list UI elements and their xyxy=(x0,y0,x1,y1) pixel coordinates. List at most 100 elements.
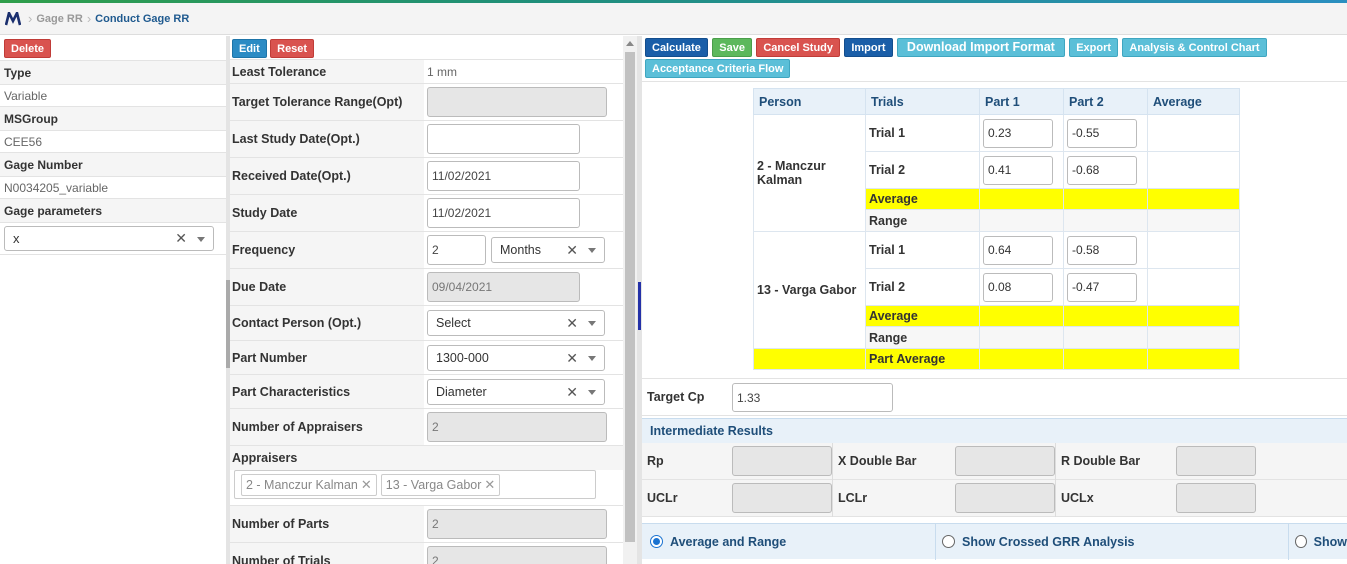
average-row-label: Average xyxy=(865,188,980,210)
export-button[interactable]: Export xyxy=(1069,38,1119,57)
chevron-down-icon[interactable] xyxy=(588,389,596,395)
edit-button[interactable]: Edit xyxy=(232,39,267,58)
frequency-row: Frequency 2 Months ✕ xyxy=(230,232,623,269)
radio-selected-icon[interactable] xyxy=(650,535,663,548)
appraiser-tag-label: 2 - Manczur Kalman xyxy=(246,478,358,492)
r-double-bar-label: R Double Bar xyxy=(1061,454,1141,468)
delete-button[interactable]: Delete xyxy=(4,39,52,58)
measurement-input[interactable]: 0.23 xyxy=(983,118,1053,148)
part-average-cell xyxy=(1147,348,1240,370)
measurement-input[interactable]: -0.55 xyxy=(1067,118,1137,148)
splitter-handle[interactable] xyxy=(638,282,641,330)
gage-parameters-select[interactable]: x ✕ xyxy=(4,226,214,251)
measurement-input[interactable]: 0.08 xyxy=(983,272,1053,302)
target-cp-input[interactable]: 1.33 xyxy=(732,382,893,412)
frequency-number-input[interactable]: 2 xyxy=(427,235,486,265)
number-of-parts-input: 2 xyxy=(427,509,607,539)
part-number-select[interactable]: 1300-000 ✕ xyxy=(427,344,605,371)
appraiser-tag[interactable]: 2 - Manczur Kalman ✕ xyxy=(241,474,377,496)
person-name: 2 - Manczur Kalman xyxy=(753,114,866,232)
app-logo-icon[interactable] xyxy=(2,8,24,30)
trial-label: Trial 2 xyxy=(865,151,980,189)
measurement-input[interactable]: 0.64 xyxy=(983,235,1053,265)
number-of-trials-label: Number of Trials xyxy=(230,543,424,564)
received-date-input[interactable]: 11/02/2021 xyxy=(427,161,580,191)
chevron-down-icon[interactable] xyxy=(588,355,596,361)
scrollbar-thumb[interactable] xyxy=(625,52,635,542)
type-label: Type xyxy=(0,61,226,85)
clear-icon[interactable]: ✕ xyxy=(175,227,187,250)
msgroup-value: CEE56 xyxy=(0,131,226,153)
chevron-down-icon[interactable] xyxy=(588,321,596,326)
gage-parameters-value: x xyxy=(13,231,20,246)
study-date-input[interactable]: 11/02/2021 xyxy=(427,198,580,228)
average-cell xyxy=(1147,114,1240,152)
average-value-cell xyxy=(1063,305,1148,327)
average-cell xyxy=(1147,151,1240,189)
download-import-format-button[interactable]: Download Import Format xyxy=(896,38,1065,57)
table-row: 13 - Varga Gabor Trial 1 0.64 -0.58 xyxy=(753,231,1240,349)
due-date-input: 09/04/2021 xyxy=(427,272,580,302)
last-study-date-input[interactable] xyxy=(427,124,580,154)
part-characteristics-row: Part Characteristics Diameter ✕ xyxy=(230,375,623,409)
reset-button[interactable]: Reset xyxy=(270,39,315,58)
remove-icon[interactable]: ✕ xyxy=(484,477,495,492)
acceptance-criteria-flow-button[interactable]: Acceptance Criteria Flow xyxy=(645,59,791,78)
import-button[interactable]: Import xyxy=(844,38,893,57)
column-header-average: Average xyxy=(1147,88,1240,115)
radio-label: Show Crossed GRR Analysis xyxy=(962,534,1135,549)
lclr-output xyxy=(955,483,1055,513)
chevron-down-icon[interactable] xyxy=(197,237,205,242)
range-value-cell xyxy=(979,209,1064,232)
range-value-cell xyxy=(979,326,1064,349)
rp-output xyxy=(732,446,832,476)
radio-average-range[interactable]: Average and Range xyxy=(642,535,935,549)
clear-icon[interactable]: ✕ xyxy=(566,380,578,404)
breadcrumb-gage-rr[interactable]: Gage RR xyxy=(36,13,82,25)
appraisers-multiselect[interactable]: 2 - Manczur Kalman ✕ 13 - Varga Gabor ✕ xyxy=(234,470,596,499)
analysis-control-chart-button[interactable]: Analysis & Control Chart xyxy=(1122,38,1267,57)
part-characteristics-label: Part Characteristics xyxy=(230,375,424,408)
radio-unselected-icon[interactable] xyxy=(1295,535,1307,548)
r-double-bar-output xyxy=(1176,446,1256,476)
form-scrollbar[interactable] xyxy=(623,36,637,564)
chevron-down-icon[interactable] xyxy=(588,248,596,253)
trial-label: Trial 2 xyxy=(865,268,980,306)
clear-icon[interactable]: ✕ xyxy=(566,238,578,262)
uclx-label: UCLx xyxy=(1061,491,1094,505)
measurement-input[interactable]: -0.58 xyxy=(1067,235,1137,265)
radio-crossed-grr[interactable]: Show Crossed GRR Analysis xyxy=(935,523,1288,560)
number-of-trials-row: Number of Trials 2 xyxy=(230,543,623,564)
measurement-input[interactable]: 0.41 xyxy=(983,155,1053,185)
column-header-part-1: Part 1 xyxy=(979,88,1064,115)
clear-icon[interactable]: ✕ xyxy=(566,311,578,335)
frequency-unit-select[interactable]: Months ✕ xyxy=(491,237,605,263)
part-characteristics-select[interactable]: Diameter ✕ xyxy=(427,378,605,405)
save-button[interactable]: Save xyxy=(712,38,752,57)
radio-show-other[interactable]: Show xyxy=(1288,523,1347,560)
gage-summary-panel: Delete Type Variable MSGroup CEE56 Gage … xyxy=(0,36,226,564)
measurement-input[interactable]: -0.47 xyxy=(1067,272,1137,302)
number-of-trials-input: 2 xyxy=(427,546,607,564)
received-date-label: Received Date(Opt.) xyxy=(230,158,424,194)
scroll-up-icon[interactable] xyxy=(626,41,634,46)
average-cell xyxy=(1147,268,1240,306)
appraisers-row: Appraisers 2 - Manczur Kalman ✕ 13 - Varga… xyxy=(230,446,623,506)
table-header-row: Person Trials Part 1 Part 2 Average xyxy=(753,88,1240,115)
range-row-label: Range xyxy=(865,209,980,232)
remove-icon[interactable]: ✕ xyxy=(361,477,372,492)
gage-number-value: N0034205_variable xyxy=(0,177,226,199)
study-toolbar: Calculate Save Cancel Study Import Downl… xyxy=(642,36,1347,82)
measurement-input[interactable]: -0.68 xyxy=(1067,155,1137,185)
cancel-study-button[interactable]: Cancel Study xyxy=(756,38,840,57)
calculate-button[interactable]: Calculate xyxy=(645,38,708,57)
average-value-cell xyxy=(1147,305,1240,327)
contact-person-select[interactable]: Select ✕ xyxy=(427,310,605,336)
part-number-label: Part Number xyxy=(230,341,424,374)
appraiser-tag[interactable]: 13 - Varga Gabor ✕ xyxy=(380,474,501,496)
chevron-right-icon: › xyxy=(86,11,92,26)
part-number-value: 1300-000 xyxy=(436,350,489,365)
uclr-output xyxy=(732,483,832,513)
radio-unselected-icon[interactable] xyxy=(942,535,955,548)
clear-icon[interactable]: ✕ xyxy=(566,346,578,370)
